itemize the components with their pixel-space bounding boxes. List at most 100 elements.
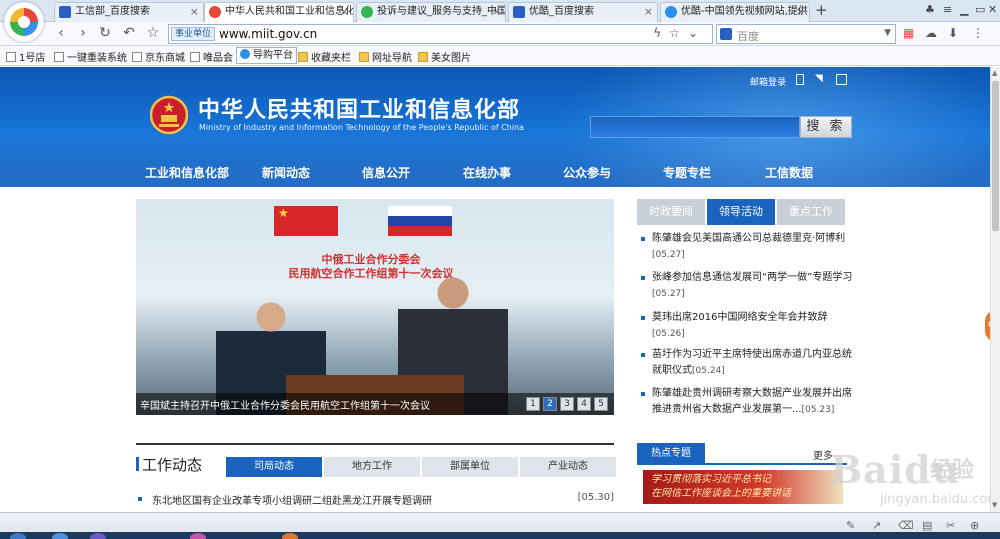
page-icon [132,52,142,62]
search-input[interactable]: 百度 ▼ [716,24,896,44]
tab-key-work[interactable]: 重点工作 [777,199,845,225]
site-title[interactable]: 中华人民共和国工业和信息化部 [198,92,520,124]
list-item[interactable]: 陈肇雄会见美国高通公司总裁德里克·阿博利 [05.27] [640,231,860,263]
site-search-button[interactable]: 搜 索 [800,116,852,138]
bookmark-item[interactable]: 京东商城 [132,49,185,64]
list-item[interactable]: 苗圩作为习近平主席特使出席赤道几内亚总统就职仪式[05.24] [640,347,860,379]
bookmark-item[interactable]: 唯品会 [190,49,233,64]
list-item[interactable]: 陈肇雄赴贵州调研考察大数据产业发展并出席推进贵州省大数据产业发展第一...[05… [640,386,860,418]
address-actions[interactable]: ϟ☆⌄ [653,26,706,40]
tab-1[interactable]: 中华人民共和国工业和信息化 × [204,2,354,23]
carousel-page-5[interactable]: 5 [594,397,608,411]
bookmark-folder[interactable]: 网址导航 [359,49,412,64]
mobile-icon[interactable] [796,74,804,85]
main-nav: 工业和信息化部 新闻动态 信息公开 在线办事 公众参与 专题专栏 工信数据 [0,159,990,187]
mail-login-link[interactable]: 邮箱登录 [750,75,786,88]
tab-local-work[interactable]: 地方工作 [324,457,420,477]
hot-topic-banner[interactable]: 学习贯彻落实习近平总书记 在网信工作座谈会上的重要讲话 [643,470,843,504]
maximize-icon[interactable]: ▭ [975,3,985,16]
apps-grid-icon[interactable]: ▦ [903,26,914,40]
taskbar-app-icon[interactable] [282,533,298,539]
nav-item[interactable]: 在线办事 [463,164,511,181]
page-scrollbar[interactable]: ▲ ▼ [990,67,1000,512]
bookmark-folder[interactable]: 美女图片 [418,49,471,64]
window-close-icon[interactable]: ✕ [988,3,997,16]
scroll-down-icon[interactable]: ▼ [992,501,997,509]
tab-4[interactable]: 优酷-中国领先视频网站,提供 × [660,2,810,22]
nav-item[interactable]: 专题专栏 [663,164,711,181]
lightning-icon[interactable]: ϟ [653,26,669,40]
taskbar-app-icon[interactable] [190,533,206,539]
bookmark-item[interactable]: 一键重装系统 [54,49,127,64]
tab-3[interactable]: 优酷_百度搜索 × [508,2,658,22]
carousel-page-2[interactable]: 2 [543,397,557,411]
list-item[interactable]: 莫玮出席2016中国网络安全年会并致辞 [05.26] [640,310,860,342]
carousel-page-1[interactable]: 1 [526,397,540,411]
taskbar-app-icon[interactable] [52,533,68,539]
china-flag-icon [274,206,338,236]
trash-icon[interactable]: ⌫ [898,519,914,532]
weibo-icon[interactable] [836,74,847,85]
layout-icon[interactable]: ▤ [922,519,932,532]
tab-0[interactable]: 工信部_百度搜索 × [54,2,204,22]
tab-2[interactable]: 投诉与建议_服务与支持_中国 × [356,2,506,22]
chevron-down-icon[interactable]: ⌄ [688,26,706,40]
undo-icon[interactable]: ↶ [120,24,138,42]
folder-icon [359,52,369,62]
nav-item[interactable]: 工业和信息化部 [145,164,229,181]
cloud-icon[interactable]: ☁ [925,26,937,40]
tab-leader-activities[interactable]: 领导活动 [707,199,775,225]
new-tab-button[interactable]: + [815,0,828,20]
close-icon[interactable]: × [492,3,501,21]
bookmark-folder[interactable]: 收藏夹栏 [298,49,351,64]
site-favicon-icon [361,6,373,18]
star-icon[interactable]: ☆ [144,24,162,42]
close-icon[interactable]: × [340,3,349,21]
site-search-input[interactable] [590,116,800,138]
back-icon[interactable]: ‹ [52,24,70,42]
share-icon[interactable]: ↗ [872,519,881,532]
nav-item[interactable]: 工信数据 [765,164,813,181]
photo-carousel[interactable]: 中俄工业合作分委会 民用航空合作工作组第十一次会议 辛国斌主持召开中俄工业合作分… [136,199,614,415]
list-item[interactable]: 张峰参加信息通信发展司“两学一做”专题学习[05.27] [640,270,860,302]
address-toolbar: ‹ › ↻ ↶ ☆ 事业单位 www.miit.gov.cn ϟ☆⌄ 百度 ▼ … [0,22,1000,46]
close-icon[interactable]: × [644,3,653,21]
carousel-page-4[interactable]: 4 [577,397,591,411]
close-icon[interactable]: × [190,3,199,21]
paw-icon [59,6,71,18]
scroll-up-icon[interactable]: ▲ [992,69,997,77]
bookmark-star-icon[interactable]: ☆ [669,26,688,40]
nav-item[interactable]: 公众参与 [563,164,611,181]
tab-politics-news[interactable]: 时政要闻 [637,199,705,225]
refresh-icon[interactable]: ↻ [96,24,114,42]
more-menu-icon[interactable]: ⋮ [972,26,984,40]
nav-item[interactable]: 信息公开 [362,164,410,181]
zoom-icon[interactable]: ⊕ [970,519,979,532]
tab-industry-news[interactable]: 产业动态 [520,457,616,477]
screenshot-icon[interactable]: ✂ [946,519,955,532]
national-emblem-icon[interactable] [150,95,188,135]
page-icon [54,52,64,62]
pin-icon[interactable]: ✎ [846,519,855,532]
site-category-badge: 事业单位 [171,27,216,41]
carousel-page-3[interactable]: 3 [560,397,574,411]
taskbar-app-icon[interactable] [90,533,106,539]
tab-bureau-news[interactable]: 司局动态 [226,457,322,477]
scrollbar-thumb[interactable] [992,81,999,231]
rss-icon[interactable]: ◥ [815,74,826,85]
menu-icon[interactable]: ≡ [943,3,952,16]
url-text[interactable]: www.miit.gov.cn [219,27,317,41]
download-icon[interactable]: ⬇ [948,26,958,40]
forward-icon[interactable]: › [74,24,92,42]
chevron-down-icon[interactable]: ▼ [884,28,891,38]
tab-affiliated-units[interactable]: 部属单位 [422,457,518,477]
skin-icon[interactable]: ♣ [925,3,935,16]
address-input[interactable]: 事业单位 www.miit.gov.cn ϟ☆⌄ [168,24,713,44]
close-icon[interactable]: × [796,3,805,21]
bookmark-item[interactable]: 1号店 [6,49,45,64]
browser-logo-icon[interactable] [4,2,44,42]
minimize-icon[interactable]: ▁ [960,3,968,16]
nav-item[interactable]: 新闻动态 [262,164,310,181]
bookmark-item[interactable]: 导购平台 [236,47,297,64]
start-icon[interactable] [10,533,26,539]
